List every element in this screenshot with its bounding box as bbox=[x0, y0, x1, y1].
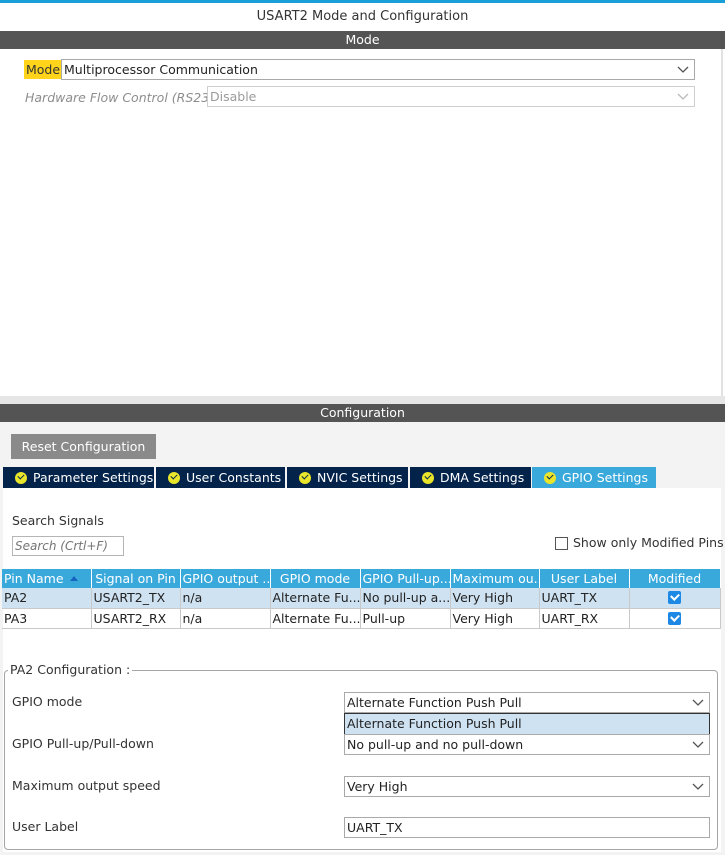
chevron-down-icon bbox=[692, 783, 704, 790]
mode-label: Mode bbox=[24, 60, 63, 79]
cell-user-label: UART_RX bbox=[539, 608, 630, 629]
tab-label: DMA Settings bbox=[440, 470, 525, 485]
max-output-speed-label: Maximum output speed bbox=[12, 778, 161, 793]
gpio-mode-label: GPIO mode bbox=[12, 694, 83, 709]
reset-configuration-button[interactable]: Reset Configuration bbox=[11, 434, 156, 459]
tab-parameter-settings[interactable]: Parameter Settings bbox=[3, 467, 154, 488]
check-circle-icon bbox=[168, 472, 180, 484]
column-header-user-label[interactable]: User Label bbox=[539, 569, 630, 588]
cell-user-label: UART_TX bbox=[539, 588, 630, 609]
cell-pin-name: PA3 bbox=[2, 608, 92, 629]
gpio-mode-select-value: Alternate Function Push Pull bbox=[347, 695, 522, 710]
cell-max-speed: Very High bbox=[450, 608, 540, 629]
section-divider bbox=[0, 396, 725, 404]
tab-label: Parameter Settings bbox=[33, 470, 154, 485]
tab-label: GPIO Settings bbox=[562, 470, 648, 485]
column-header-signal[interactable]: Signal on Pin bbox=[91, 569, 181, 588]
gpio-pull-select-value: No pull-up and no pull-down bbox=[347, 737, 524, 752]
column-header-gpio-output[interactable]: GPIO output ... bbox=[180, 569, 271, 588]
max-output-speed-select-value: Very High bbox=[347, 779, 408, 794]
cell-pull: No pull-up a... bbox=[360, 588, 451, 609]
check-circle-icon bbox=[422, 472, 434, 484]
cell-gpio-mode: Alternate Fu... bbox=[270, 608, 361, 629]
sort-ascending-icon bbox=[69, 576, 78, 581]
cell-pull: Pull-up bbox=[360, 608, 451, 629]
gpio-pull-select[interactable]: No pull-up and no pull-down bbox=[344, 734, 710, 755]
tab-dma-settings[interactable]: DMA Settings bbox=[410, 467, 531, 488]
column-header-pull[interactable]: GPIO Pull-up... bbox=[360, 569, 451, 588]
tab-label: User Constants bbox=[186, 470, 282, 485]
cell-modified bbox=[629, 588, 721, 609]
max-output-speed-select[interactable]: Very High bbox=[344, 776, 710, 797]
search-signals-input[interactable] bbox=[12, 536, 124, 556]
hardware-flow-control-value: Disable bbox=[210, 89, 257, 104]
cell-modified bbox=[629, 608, 721, 629]
column-header-pin-name[interactable]: Pin Name bbox=[2, 569, 92, 588]
table-header-row: Pin Name Signal on Pin GPIO output ... G… bbox=[2, 569, 721, 588]
cell-pin-name: PA2 bbox=[2, 588, 92, 609]
chevron-down-icon bbox=[692, 699, 704, 706]
mode-select[interactable]: Multiprocessor Communication bbox=[61, 59, 695, 80]
cell-gpio-output: n/a bbox=[180, 588, 271, 609]
mode-section-header: Mode bbox=[0, 31, 725, 49]
modified-checkbox[interactable] bbox=[668, 611, 681, 625]
hardware-flow-control-label: Hardware Flow Control (RS232) bbox=[25, 90, 222, 105]
window-title: USART2 Mode and Configuration bbox=[256, 9, 469, 24]
modified-checkbox[interactable] bbox=[668, 591, 681, 605]
cell-signal: USART2_TX bbox=[91, 588, 181, 609]
gpio-mode-select[interactable]: Alternate Function Push Pull bbox=[344, 692, 710, 713]
tab-nvic-settings[interactable]: NVIC Settings bbox=[287, 467, 408, 488]
chevron-down-icon bbox=[692, 741, 704, 748]
user-label-label: User Label bbox=[12, 819, 79, 834]
cell-gpio-mode: Alternate Fu... bbox=[270, 588, 361, 609]
tab-gpio-settings[interactable]: GPIO Settings bbox=[532, 467, 656, 488]
show-modified-checkbox[interactable] bbox=[555, 537, 568, 550]
tab-user-constants[interactable]: User Constants bbox=[156, 467, 285, 488]
gpio-pull-label: GPIO Pull-up/Pull-down bbox=[12, 736, 154, 751]
tab-label: NVIC Settings bbox=[317, 470, 403, 485]
gpio-mode-option[interactable]: Alternate Function Push Pull bbox=[344, 713, 710, 735]
cell-gpio-output: n/a bbox=[180, 608, 271, 629]
user-label-input[interactable]: UART_TX bbox=[344, 817, 710, 838]
pin-table: Pin Name Signal on Pin GPIO output ... G… bbox=[2, 569, 721, 629]
pin-configuration-legend: PA2 Configuration : bbox=[8, 662, 133, 678]
column-header-modified[interactable]: Modified bbox=[629, 569, 721, 588]
check-circle-icon bbox=[544, 472, 556, 484]
chevron-down-icon bbox=[677, 93, 689, 100]
search-signals-title: Search Signals bbox=[12, 513, 104, 528]
table-row[interactable]: PA2 USART2_TX n/a Alternate Fu... No pul… bbox=[2, 588, 721, 609]
hardware-flow-control-select[interactable]: Disable bbox=[207, 86, 695, 107]
show-modified-label: Show only Modified Pins bbox=[573, 535, 724, 550]
chevron-down-icon bbox=[677, 66, 689, 73]
cell-signal: USART2_RX bbox=[91, 608, 181, 629]
check-circle-icon bbox=[15, 472, 27, 484]
cell-max-speed: Very High bbox=[450, 588, 540, 609]
configuration-section-header: Configuration bbox=[0, 404, 725, 422]
mode-select-value: Multiprocessor Communication bbox=[64, 62, 258, 77]
column-header-gpio-mode[interactable]: GPIO mode bbox=[270, 569, 361, 588]
column-header-max-speed[interactable]: Maximum ou... bbox=[450, 569, 540, 588]
table-row[interactable]: PA3 USART2_RX n/a Alternate Fu... Pull-u… bbox=[2, 608, 721, 629]
check-circle-icon bbox=[299, 472, 311, 484]
